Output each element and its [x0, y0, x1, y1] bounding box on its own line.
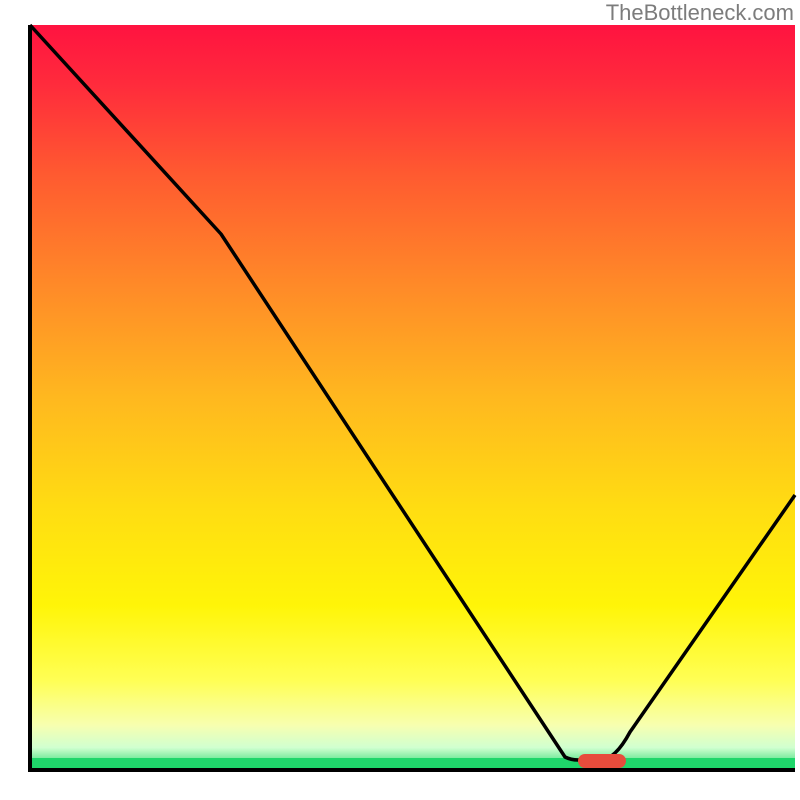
chart-wrapper: TheBottleneck.com [0, 0, 800, 800]
attribution-label: TheBottleneck.com [606, 0, 794, 26]
marker-optimal [578, 754, 626, 768]
bottleneck-chart [0, 0, 800, 800]
